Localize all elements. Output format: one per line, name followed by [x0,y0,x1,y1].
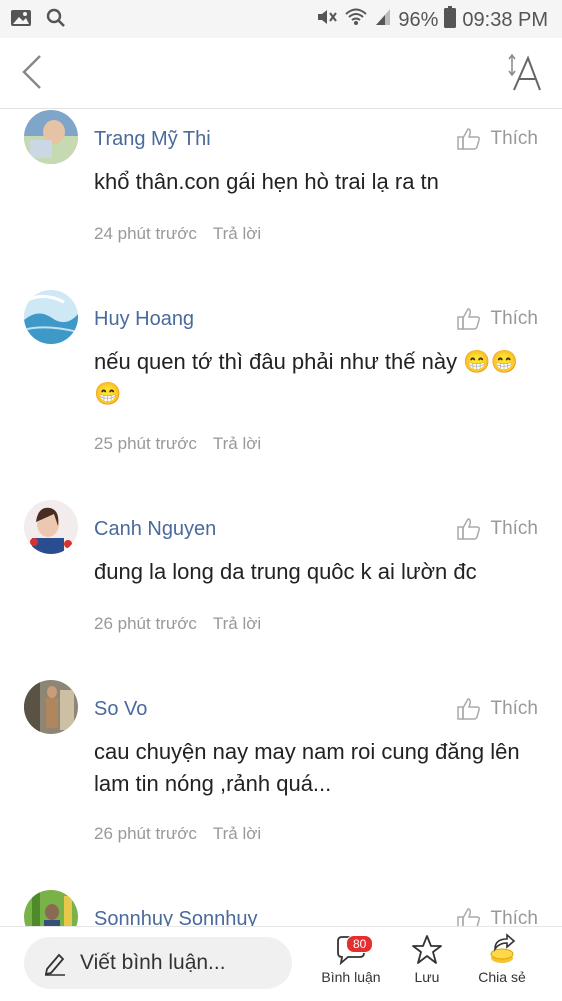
comment-author[interactable]: Huy Hoang [94,308,194,331]
wifi-icon [344,7,368,33]
like-button[interactable]: Thích [456,696,538,722]
like-button[interactable]: Thích [456,306,538,332]
comment-text: nếu quen tớ thì đâu phải như thế này 😁😁 … [94,349,518,406]
thumbs-up-icon [457,518,481,540]
like-button[interactable]: Thích [456,516,538,542]
chevron-left-icon [22,55,41,89]
thumbs-up-icon [457,128,481,150]
search-icon [46,8,66,33]
avatar[interactable] [24,110,78,164]
comment-input[interactable]: Viết bình luận... [24,937,292,989]
comment-text: đung la long da trung quôc k ai lườn đc [94,559,477,584]
save-button[interactable]: Lưu [404,933,450,985]
like-label: Thích [490,698,538,719]
gallery-icon [10,8,32,33]
comment-time: 24 phút trước [94,224,197,243]
comment-author[interactable]: So Vo [94,698,147,721]
comment-meta: 26 phút trước Trả lời [94,614,261,634]
comment-author[interactable]: Trang Mỹ Thi [94,128,211,151]
comment-meta: 26 phút trước Trả lời [94,824,261,844]
avatar[interactable] [24,890,78,926]
save-label: Lưu [414,969,440,985]
like-label: Thích [490,308,538,329]
bottom-bar: Viết bình luận... 80 Bình luận Lưu Chia … [0,926,562,1001]
comment-time: 25 phút trước [94,434,197,453]
share-icon [490,933,516,963]
share-label: Chia sẻ [478,969,526,985]
comments-label: Bình luận [321,969,381,985]
avatar[interactable] [24,500,78,554]
like-button[interactable]: Thích [456,126,538,152]
comment-author[interactable]: Sonnhuy Sonnhuy [94,908,257,926]
comment-input-placeholder: Viết bình luận... [80,951,226,974]
thumbs-up-icon [457,308,481,330]
font-size-button[interactable] [506,50,542,94]
comment-time: 26 phút trước [94,614,197,633]
back-button[interactable] [18,52,48,92]
signal-icon [374,7,392,33]
avatar[interactable] [24,290,78,344]
reply-button[interactable]: Trả lời [213,824,261,844]
like-label: Thích [490,518,538,539]
status-bar: 96% 09:38 PM [0,0,562,38]
battery-icon [444,6,457,34]
pencil-icon [44,953,65,976]
top-bar [0,38,562,109]
thumbs-up-icon [457,908,481,926]
comment-list: Trang Mỹ Thi Thích khổ thân.con gái hẹn … [0,108,562,926]
comment-time: 26 phút trước [94,824,197,843]
clock: 09:38 PM [462,8,548,31]
comment-text: khổ thân.con gái hẹn hò trai lạ ra tn [94,169,439,194]
thumbs-up-icon [457,698,481,720]
battery-level: 96% [398,8,439,31]
comments-button[interactable]: 80 Bình luận [320,933,382,985]
comment-meta: 25 phút trước Trả lời [94,434,261,454]
comment-text: cau chuyện nay may nam roi cung đăng lên… [94,739,520,796]
like-label: Thích [490,128,538,149]
like-button[interactable]: Thích [456,906,538,926]
star-icon [412,935,442,964]
share-button[interactable]: Chia sẻ [472,933,532,985]
like-label: Thích [490,908,538,926]
mute-icon [316,7,338,33]
reply-button[interactable]: Trả lời [213,434,261,454]
font-size-icon [508,53,541,91]
comment-author[interactable]: Canh Nguyen [94,518,216,541]
comment-meta: 24 phút trước Trả lời [94,224,261,244]
reply-button[interactable]: Trả lời [213,224,261,244]
avatar[interactable] [24,680,78,734]
comments-count-badge: 80 [346,935,374,953]
reply-button[interactable]: Trả lời [213,614,261,634]
